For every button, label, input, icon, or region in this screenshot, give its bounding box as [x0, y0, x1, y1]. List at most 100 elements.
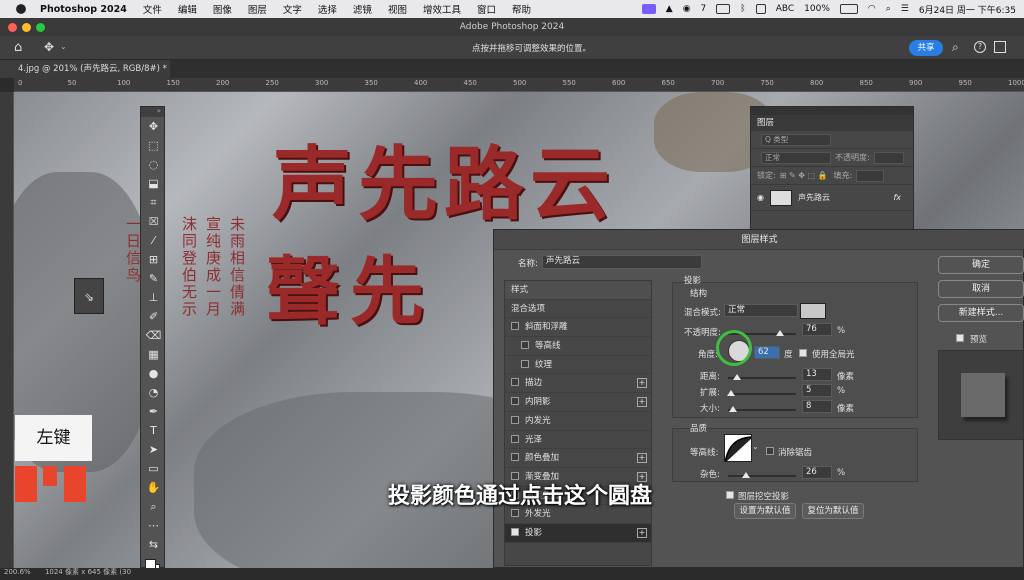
layer-fx-badge[interactable]: fx [893, 193, 901, 202]
swap-colors-icon[interactable]: ⇆ [141, 535, 166, 554]
menu-help[interactable]: 帮助 [512, 2, 531, 16]
menu-window[interactable]: 窗口 [477, 2, 496, 16]
help-icon[interactable]: ? [974, 41, 986, 53]
path-select-tool-icon[interactable]: ➤ [141, 440, 166, 459]
menu-image[interactable]: 图像 [213, 2, 232, 16]
add-style-icon[interactable]: + [637, 397, 647, 408]
layer-filter-select[interactable]: Q 类型 [761, 133, 831, 146]
style-item[interactable]: 内阴影 + [505, 393, 651, 412]
style-item[interactable]: 光泽 [505, 431, 651, 450]
hand-tool-icon[interactable]: ✋ [141, 478, 166, 497]
panel-collapse-icon[interactable]: » [141, 107, 164, 117]
menu-plugins[interactable]: 增效工具 [423, 2, 461, 16]
search-icon[interactable]: ⌕ [886, 4, 891, 14]
move-tool-icon[interactable]: ✥ [44, 40, 54, 54]
shadow-color-swatch[interactable] [800, 303, 826, 319]
apple-icon[interactable] [16, 4, 26, 14]
menu-filter[interactable]: 滤镜 [353, 2, 372, 16]
style-item[interactable]: 投影 + [505, 523, 651, 543]
blend-mode-select[interactable]: 正常 [724, 304, 798, 317]
style-checkbox[interactable] [511, 509, 519, 518]
crop-tool-icon[interactable]: ⌗ [141, 193, 166, 212]
search-icon[interactable]: ⌕ [952, 40, 959, 55]
dodge-tool-icon[interactable]: ◔ [141, 383, 166, 402]
blur-tool-icon[interactable]: ● [141, 364, 166, 383]
visibility-eye-icon[interactable]: ◉ [757, 193, 764, 202]
noise-input[interactable]: 26 [802, 466, 832, 479]
zoom-level[interactable]: 200.6% [4, 568, 31, 576]
antialias-checkbox[interactable] [766, 447, 774, 455]
distance-slider[interactable] [728, 374, 796, 380]
layer-opacity-input[interactable] [873, 151, 904, 164]
style-checkbox[interactable] [511, 415, 519, 424]
style-checkbox[interactable] [511, 397, 519, 406]
hat-icon[interactable]: ▲ [666, 4, 673, 14]
style-item[interactable]: 纹理 [505, 356, 651, 375]
style-checkbox[interactable] [511, 453, 519, 462]
stamp-tool-icon[interactable]: ⊥ [141, 288, 166, 307]
style-item[interactable]: 等高线 [505, 337, 651, 356]
size-input[interactable]: 8 [802, 400, 832, 413]
menu-select[interactable]: 选择 [318, 2, 337, 16]
zoom-tool-icon[interactable]: ⌕ [141, 497, 166, 516]
vertical-ruler[interactable] [0, 92, 14, 568]
menu-file[interactable]: 文件 [143, 2, 162, 16]
distance-input[interactable]: 13 [802, 368, 832, 381]
new-style-button[interactable]: 新建样式... [938, 304, 1024, 322]
style-name-input[interactable]: 声先路云 [542, 255, 702, 269]
mini-panel-icon[interactable]: ⇘ [74, 278, 104, 314]
menu-type[interactable]: 文字 [283, 2, 302, 16]
input-method-icon[interactable] [755, 4, 766, 14]
style-checkbox[interactable] [521, 359, 529, 368]
chevron-down-icon[interactable]: ⌄ [752, 442, 759, 451]
preview-checkbox[interactable] [956, 334, 964, 342]
lock-icons[interactable]: ⊞ ✎ ✥ ⬚ 🔒 [780, 171, 828, 180]
slider-knob[interactable] [729, 406, 738, 412]
slider-knob[interactable] [727, 390, 736, 396]
share-button[interactable]: 共享 [909, 40, 943, 56]
cancel-button[interactable]: 取消 [938, 280, 1024, 298]
global-light-checkbox[interactable] [799, 349, 807, 357]
zoom-window-button[interactable] [36, 23, 45, 32]
eyedropper-tool-icon[interactable]: ⁄ [141, 231, 166, 250]
style-item[interactable]: 斜面和浮雕 [505, 318, 651, 338]
opacity-input[interactable]: 76 [802, 323, 832, 336]
ok-button[interactable]: 确定 [938, 256, 1024, 274]
spread-input[interactable]: 5 [802, 384, 832, 397]
add-style-icon[interactable]: + [637, 527, 647, 538]
marquee-tool-icon[interactable]: ⬚ [141, 136, 166, 155]
slider-knob[interactable] [775, 330, 784, 336]
battery-icon[interactable] [839, 4, 858, 14]
wifi-icon[interactable]: ◠ [868, 4, 876, 14]
wechat-icon[interactable]: ◉ [683, 4, 691, 14]
workspace-icon[interactable] [994, 41, 1006, 53]
move-tool-icon[interactable]: ✥ [141, 117, 166, 136]
history-brush-tool-icon[interactable]: ✐ [141, 307, 166, 326]
layer-row[interactable]: ◉ 声先路云 fx [751, 185, 913, 211]
style-checkbox[interactable] [511, 527, 519, 536]
style-item[interactable]: 描边 + [505, 374, 651, 394]
style-checkbox[interactable] [511, 434, 519, 443]
fill-input[interactable] [856, 169, 885, 182]
display-icon[interactable] [716, 4, 731, 14]
screen-record-icon[interactable] [641, 4, 656, 14]
gradient-tool-icon[interactable]: ▦ [141, 345, 166, 364]
layers-tab[interactable]: 图层 [751, 115, 913, 131]
style-checkbox[interactable] [511, 378, 519, 387]
type-tool-icon[interactable]: T [141, 421, 166, 440]
rectangle-tool-icon[interactable]: ▭ [141, 459, 166, 478]
app-menu[interactable]: Photoshop 2024 [40, 4, 127, 15]
angle-input[interactable]: 62 [754, 346, 780, 359]
reset-default-button[interactable]: 复位为默认值 [802, 503, 864, 519]
style-checkbox[interactable] [521, 341, 529, 350]
style-checkbox[interactable] [511, 322, 519, 331]
object-select-tool-icon[interactable]: ⬓ [141, 174, 166, 193]
brush-tool-icon[interactable]: ✎ [141, 269, 166, 288]
control-center-icon[interactable]: ☰ [901, 4, 909, 14]
document-tab[interactable]: 4.jpg @ 201% (声先路云, RGB/8#) * [0, 60, 170, 78]
pen-tool-icon[interactable]: ✒ [141, 402, 166, 421]
clock[interactable]: 6月24日 周一 下午6:35 [919, 3, 1016, 16]
eraser-tool-icon[interactable]: ⌫ [141, 326, 166, 345]
close-window-button[interactable] [8, 23, 17, 32]
style-item[interactable]: 混合选项 [505, 300, 651, 319]
